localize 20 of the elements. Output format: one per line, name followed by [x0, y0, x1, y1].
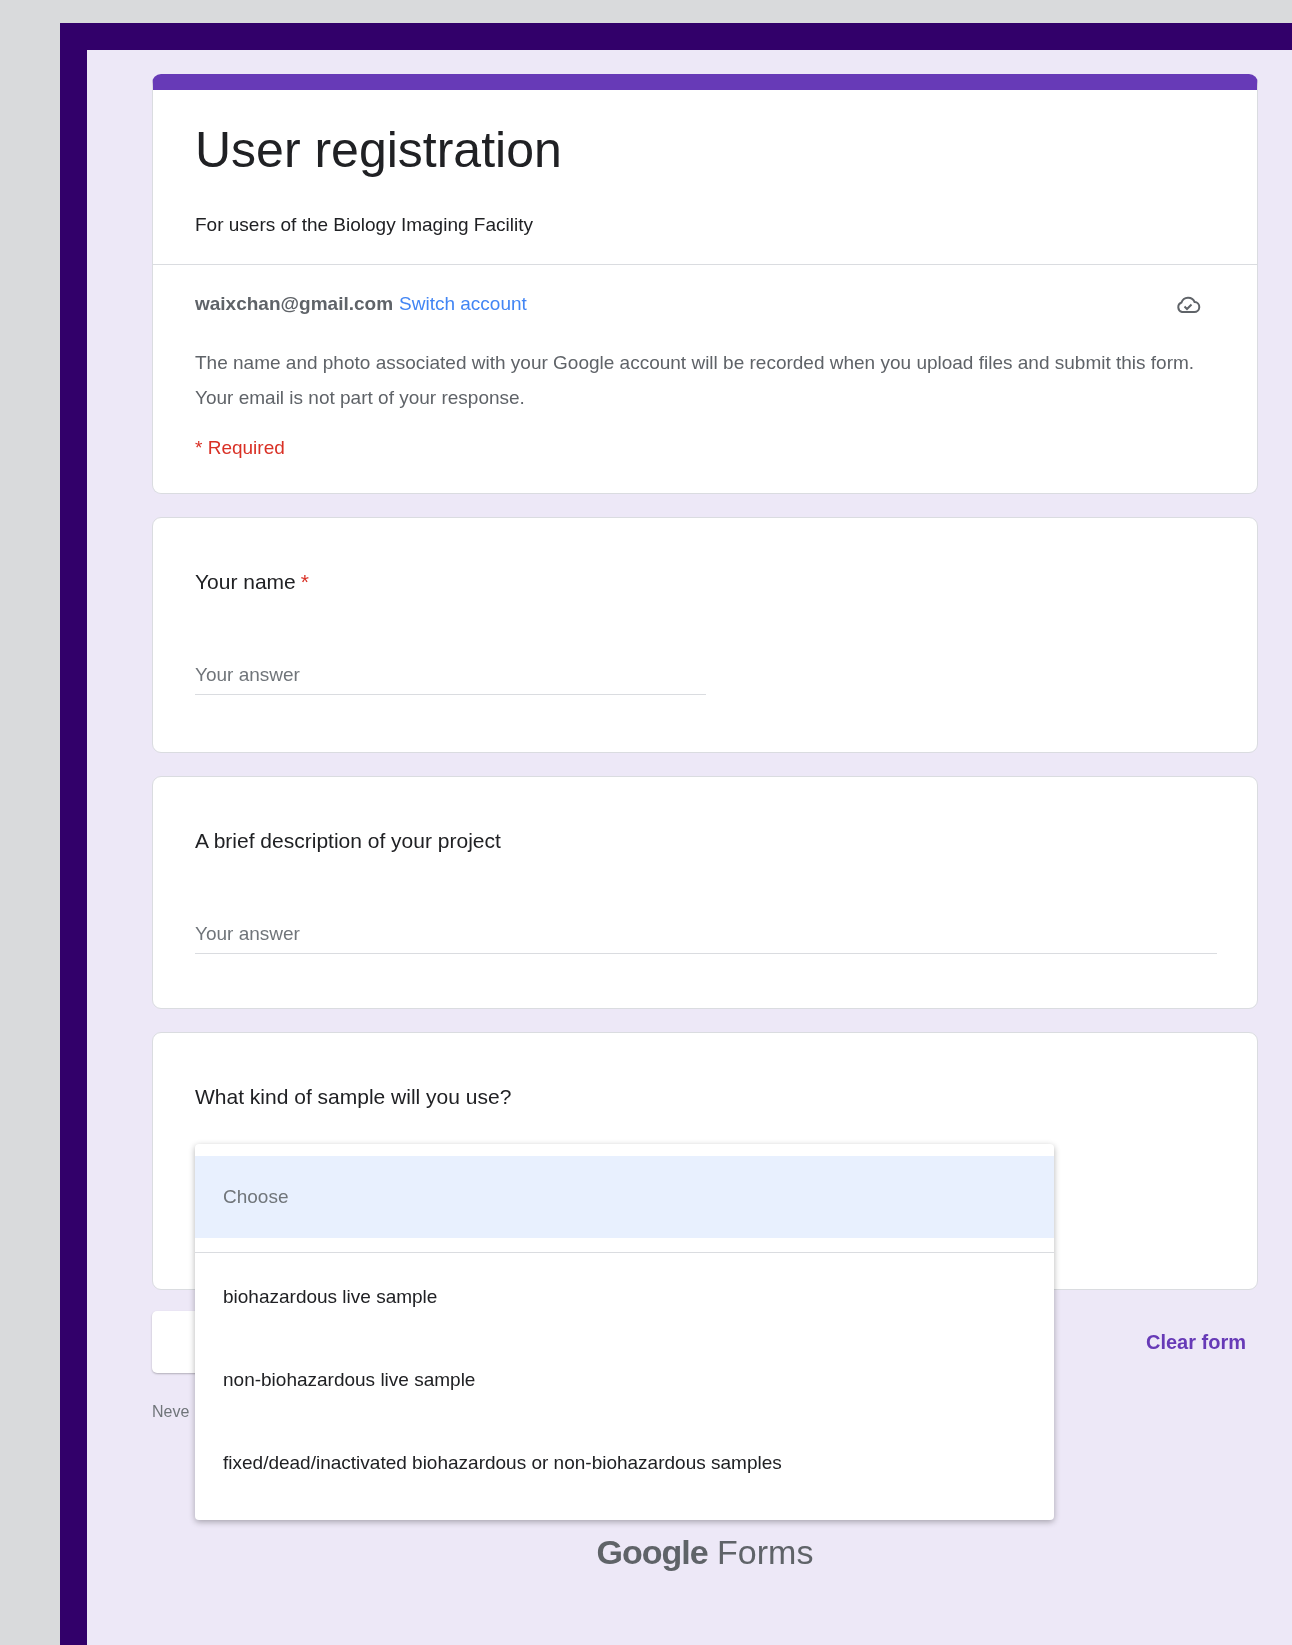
clear-form-button[interactable]: Clear form — [1133, 1322, 1258, 1362]
dropdown-option[interactable]: fixed/dead/inactivated biohazardous or non-biohazardous samples — [195, 1421, 1054, 1504]
switch-account-link[interactable]: Switch account — [399, 293, 527, 314]
answer-field[interactable]: Your answer — [195, 658, 706, 695]
dropdown-option[interactable]: biohazardous live sample — [195, 1255, 1054, 1338]
required-mark: * — [300, 570, 309, 593]
dropdown-option[interactable]: non-biohazardous live sample — [195, 1338, 1054, 1421]
footer-notice: Neve — [152, 1403, 190, 1421]
dropdown-option[interactable]: Choose — [195, 1156, 1054, 1238]
question-title: Your name — [195, 570, 296, 593]
account-notice: The name and photo associated with your Google account will be recorded when you upload files and submit this form. Your email is not part of your response. — [195, 351, 1196, 410]
google-forms-logo: Google Forms — [595, 1533, 815, 1572]
cloud-saved-icon — [1175, 294, 1201, 314]
question-title: A brief description of your project — [195, 829, 501, 852]
account-email: waixchan@gmail.com — [195, 293, 394, 314]
question-title: What kind of sample will you use? — [195, 1085, 512, 1108]
form-description: For users of the Biology Imaging Facility — [195, 214, 534, 236]
form-title: User registration — [195, 121, 563, 180]
answer-field[interactable]: Your answer — [195, 917, 1217, 954]
required-note: * Required — [195, 437, 286, 459]
